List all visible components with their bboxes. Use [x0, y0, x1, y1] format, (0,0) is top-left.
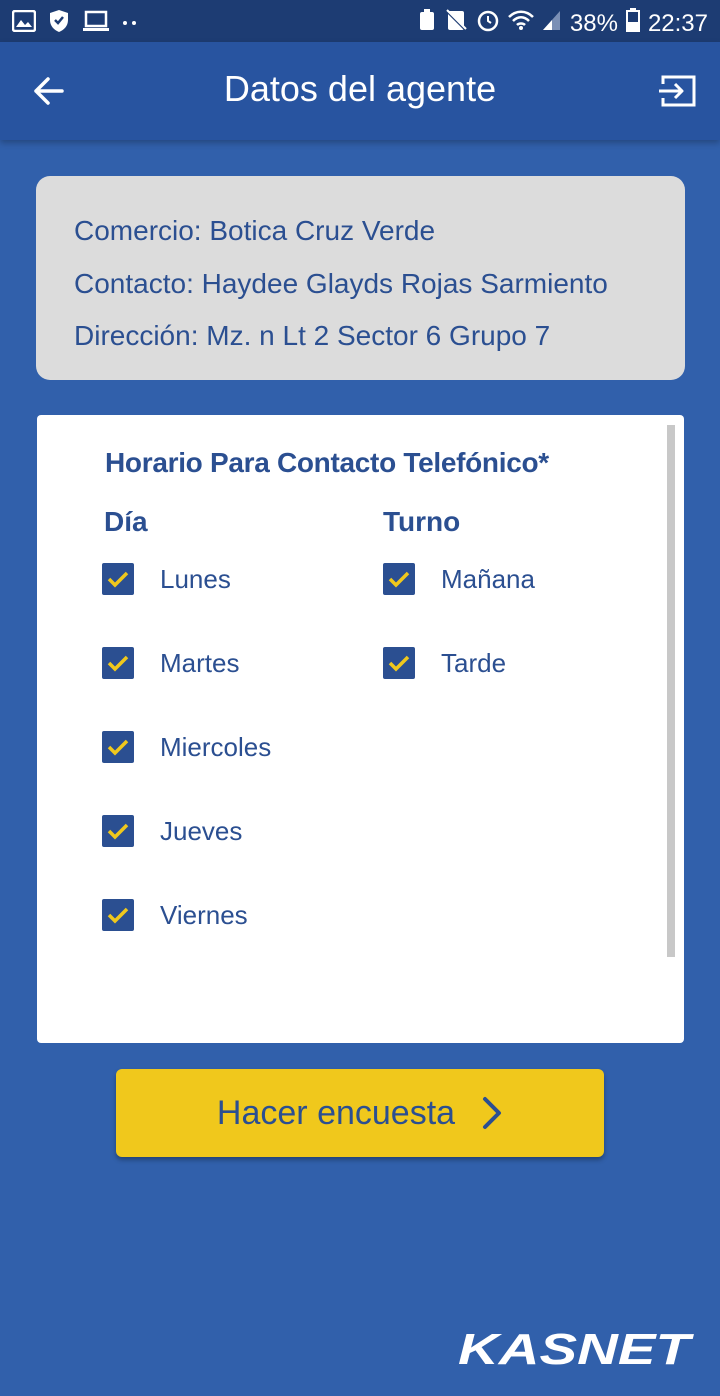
clock: 22:37: [647, 9, 708, 37]
checkmark-icon: [102, 647, 134, 679]
checkbox-label: Viernes: [160, 899, 248, 930]
checkmark-icon: [102, 899, 134, 931]
day-column-header: Día: [104, 506, 148, 537]
page-title: Datos del agente: [223, 68, 497, 109]
checkmark-icon: [383, 647, 415, 679]
checkbox-miercoles[interactable]: Miercoles: [102, 727, 271, 767]
checkbox-label: Lunes: [160, 563, 231, 594]
checkbox-viernes[interactable]: Viernes: [102, 895, 248, 935]
shift-column-header: Turno: [383, 506, 461, 537]
gallery-icon: [11, 9, 37, 37]
checkmark-icon: [102, 731, 134, 763]
checkmark-icon: [102, 563, 134, 595]
checkbox-label: Mañana: [441, 563, 535, 594]
battery-icon: [625, 8, 640, 39]
comercio-text: Comercio: Botica Cruz Verde: [74, 215, 436, 246]
checkmark-icon: [383, 563, 415, 595]
laptop-icon: [82, 10, 110, 37]
alarm-icon: [476, 8, 500, 39]
kasnet-logo: KASNET: [454, 1322, 694, 1374]
status-bar: 38% 22:37: [0, 0, 720, 42]
survey-button[interactable]: Hacer encuesta: [116, 1069, 604, 1157]
checkbox-label: Tarde: [441, 647, 507, 678]
wifi-icon: [508, 9, 534, 38]
logout-button[interactable]: [652, 68, 702, 114]
no-sim-icon: [444, 8, 468, 39]
checkbox-label: Martes: [160, 647, 240, 678]
checkmark-icon: [102, 815, 134, 847]
chevron-right-icon: [481, 1096, 503, 1130]
checkbox-martes[interactable]: Martes: [102, 643, 239, 683]
more-notifications-icon: [122, 15, 138, 33]
exit-icon: [659, 75, 696, 107]
contacto-text: Contacto: Haydee Glayds Rojas Sarmiento: [74, 267, 608, 299]
survey-button-label: Hacer encuesta: [216, 1093, 456, 1132]
checkbox-manana[interactable]: Mañana: [383, 559, 535, 599]
schedule-title: Horario Para Contacto Telefónico*: [105, 447, 549, 478]
logo-text: KASNET: [458, 1325, 694, 1372]
shield-icon: [48, 9, 70, 38]
battery-percent: 38%: [569, 9, 618, 37]
scrollbar[interactable]: [667, 425, 675, 957]
signal-icon: [542, 9, 562, 38]
checkbox-label: Jueves: [160, 815, 243, 846]
direccion-text: Dirección: Mz. n Lt 2 Sector 6 Grupo 7: [74, 320, 551, 351]
schedule-card: Horario Para Contacto Telefónico* Día Tu…: [37, 415, 684, 1043]
checkbox-tarde[interactable]: Tarde: [383, 643, 506, 683]
checkbox-label: Miercoles: [160, 731, 272, 762]
agent-info-card: Comercio: Botica Cruz Verde Contacto: Ha…: [36, 176, 685, 380]
recycle-icon: [418, 8, 436, 39]
checkbox-jueves[interactable]: Jueves: [102, 811, 242, 851]
checkbox-lunes[interactable]: Lunes: [102, 559, 231, 599]
app-bar: Datos del agente: [0, 42, 720, 140]
